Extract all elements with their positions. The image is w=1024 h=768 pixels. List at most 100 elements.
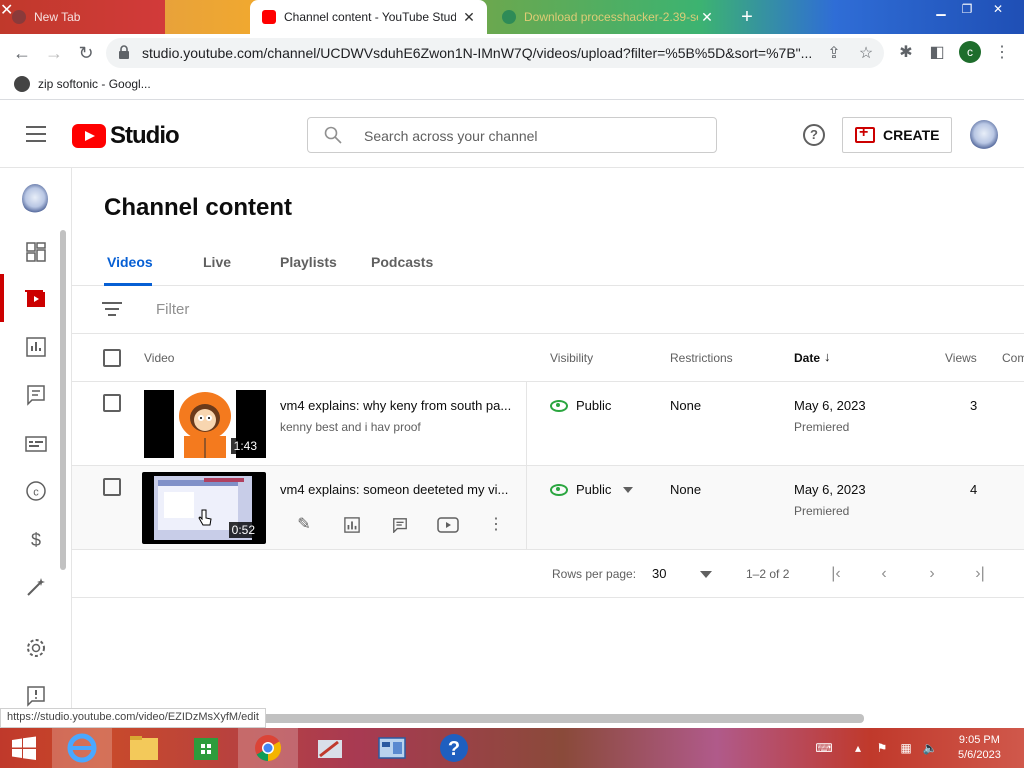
column-header-comments[interactable]: Com [1002, 351, 1024, 365]
customization-icon[interactable] [24, 575, 48, 599]
restore-icon[interactable]: ❐ [954, 0, 980, 18]
first-page-icon[interactable]: |‹ [826, 564, 846, 584]
more-options-icon[interactable]: ⋮ [472, 514, 520, 536]
network-icon[interactable]: ▦ [898, 740, 914, 756]
account-avatar[interactable] [970, 120, 998, 150]
earn-icon[interactable]: $ [24, 527, 48, 551]
feedback-icon[interactable] [24, 684, 48, 708]
copyright-icon[interactable]: c [24, 479, 48, 503]
public-eye-icon [550, 483, 568, 496]
action-center-flag-icon[interactable]: ⚑ [874, 740, 890, 756]
studio-logo[interactable]: Studio [72, 122, 180, 150]
create-label: CREATE [883, 127, 940, 143]
subtitles-icon[interactable] [24, 432, 48, 456]
taskbar-file-explorer[interactable] [114, 728, 174, 768]
taskbar-help[interactable]: ? [424, 728, 484, 768]
column-header-views[interactable]: Views [945, 351, 977, 365]
reload-icon[interactable]: ↻ [73, 40, 99, 66]
tab-podcasts[interactable]: Podcasts [371, 254, 433, 270]
tab-playlists[interactable]: Playlists [280, 254, 337, 270]
table-row[interactable]: 0:52 vm4 explains: someon deeteted my vi… [72, 466, 1024, 550]
bookmark-star-icon[interactable]: ☆ [856, 44, 876, 64]
filter-icon[interactable] [102, 302, 122, 318]
analytics-icon[interactable] [328, 514, 376, 536]
screen: New Tab ✕ Channel content - YouTube Stud… [0, 0, 1024, 768]
previous-page-icon[interactable]: ‹ [874, 564, 894, 584]
new-tab-button[interactable]: + [736, 6, 758, 28]
comments-icon[interactable] [376, 514, 424, 536]
close-tab-icon[interactable]: ✕ [461, 9, 477, 25]
sort-descending-icon[interactable]: ↓ [824, 349, 831, 364]
column-header-date[interactable]: Date [794, 351, 820, 365]
close-tab-icon[interactable]: ✕ [699, 9, 715, 25]
menu-icon[interactable] [26, 126, 46, 142]
filter-input[interactable]: Filter [156, 301, 189, 318]
back-icon[interactable]: ← [9, 40, 35, 66]
keyboard-icon[interactable]: ⌨ [810, 740, 838, 756]
minimize-icon[interactable]: ▁ [928, 0, 954, 18]
youtube-play-icon[interactable] [424, 514, 472, 536]
visibility-dropdown[interactable]: Public [550, 482, 634, 497]
bookmark-item[interactable]: zip softonic - Googl... [14, 76, 151, 92]
filter-bar[interactable]: Filter [72, 286, 1024, 334]
browser-profile-avatar[interactable]: c [959, 41, 981, 63]
browser-tab-title: Download processhacker-2.39-setup [524, 10, 698, 24]
channel-content-panel: Channel content Videos Live Playlists Po… [72, 168, 1024, 728]
close-window-icon[interactable]: ✕ [985, 0, 1011, 18]
row-checkbox[interactable] [103, 478, 121, 496]
video-thumbnail[interactable]: 1:43 [144, 390, 266, 458]
page-range: 1–2 of 2 [746, 567, 790, 581]
sidebar-scrollbar[interactable] [60, 230, 66, 570]
browser-tab-title: New Tab [34, 10, 81, 24]
system-clock[interactable]: 9:05 PM 5/6/2023 [958, 733, 1001, 763]
next-page-icon[interactable]: › [922, 564, 942, 584]
channel-search-input[interactable]: Search across your channel [307, 117, 717, 153]
settings-gear-icon[interactable] [24, 636, 48, 660]
taskbar-internet-explorer[interactable] [52, 728, 112, 768]
help-icon[interactable]: ? [803, 124, 825, 146]
video-title[interactable]: vm4 explains: why keny from south pa... [280, 398, 516, 413]
tab-live[interactable]: Live [203, 254, 231, 270]
content-icon[interactable] [24, 287, 48, 311]
internet-explorer-icon [67, 733, 97, 763]
volume-icon[interactable]: 🔈 [922, 740, 938, 756]
table-row[interactable]: 1:43 vm4 explains: why keny from south p… [72, 382, 1024, 466]
taskbar-store[interactable] [176, 728, 236, 768]
show-hidden-icons-icon[interactable]: ▴ [850, 740, 866, 756]
create-button[interactable]: CREATE [842, 117, 952, 153]
taskbar-app-tools[interactable] [300, 728, 360, 768]
address-bar[interactable]: studio.youtube.com/channel/UCDWVsduhE6Zw… [106, 38, 884, 68]
chevron-down-icon[interactable] [700, 571, 712, 578]
rows-per-page-select[interactable]: 30 [652, 566, 666, 581]
extensions-icon[interactable]: ✱ [895, 42, 917, 64]
analytics-icon[interactable] [24, 335, 48, 359]
browser-menu-icon[interactable]: ⋮ [991, 42, 1013, 64]
chevron-down-icon [623, 486, 634, 493]
side-panel-icon[interactable]: ◧ [926, 42, 948, 64]
start-button[interactable] [0, 728, 48, 768]
browser-tab-new-tab[interactable]: New Tab [0, 0, 165, 34]
browser-tab-download[interactable]: Download processhacker-2.39-setup ✕ [490, 0, 725, 34]
video-thumbnail[interactable]: 0:52 [142, 472, 266, 544]
content-tabs: Videos Live Playlists Podcasts [72, 240, 1024, 286]
video-title[interactable]: vm4 explains: someon deeteted my vi... [280, 482, 516, 497]
row-checkbox[interactable] [103, 394, 121, 412]
tab-videos[interactable]: Videos [107, 254, 153, 270]
comments-icon[interactable] [24, 383, 48, 407]
browser-tab-channel-content[interactable]: Channel content - YouTube Studio ✕ [250, 0, 487, 34]
taskbar-chrome[interactable] [238, 728, 298, 768]
last-page-icon[interactable]: ›| [970, 564, 990, 584]
edit-pencil-icon[interactable]: ✎ [280, 514, 328, 536]
create-video-icon [855, 124, 875, 143]
chrome-icon [255, 735, 282, 762]
visibility-value: Public [576, 482, 612, 497]
browser-tab-strip: New Tab ✕ Channel content - YouTube Stud… [0, 0, 1024, 34]
dashboard-icon[interactable] [24, 240, 48, 264]
forward-icon[interactable]: → [41, 40, 67, 66]
row-actions: ✎ ⋮ [280, 514, 520, 536]
select-all-checkbox[interactable] [103, 349, 121, 367]
taskbar-control-panel[interactable] [362, 728, 422, 768]
clock-date: 5/6/2023 [958, 749, 1001, 761]
channel-avatar[interactable] [22, 184, 48, 214]
share-icon[interactable]: ⇪ [824, 44, 844, 64]
